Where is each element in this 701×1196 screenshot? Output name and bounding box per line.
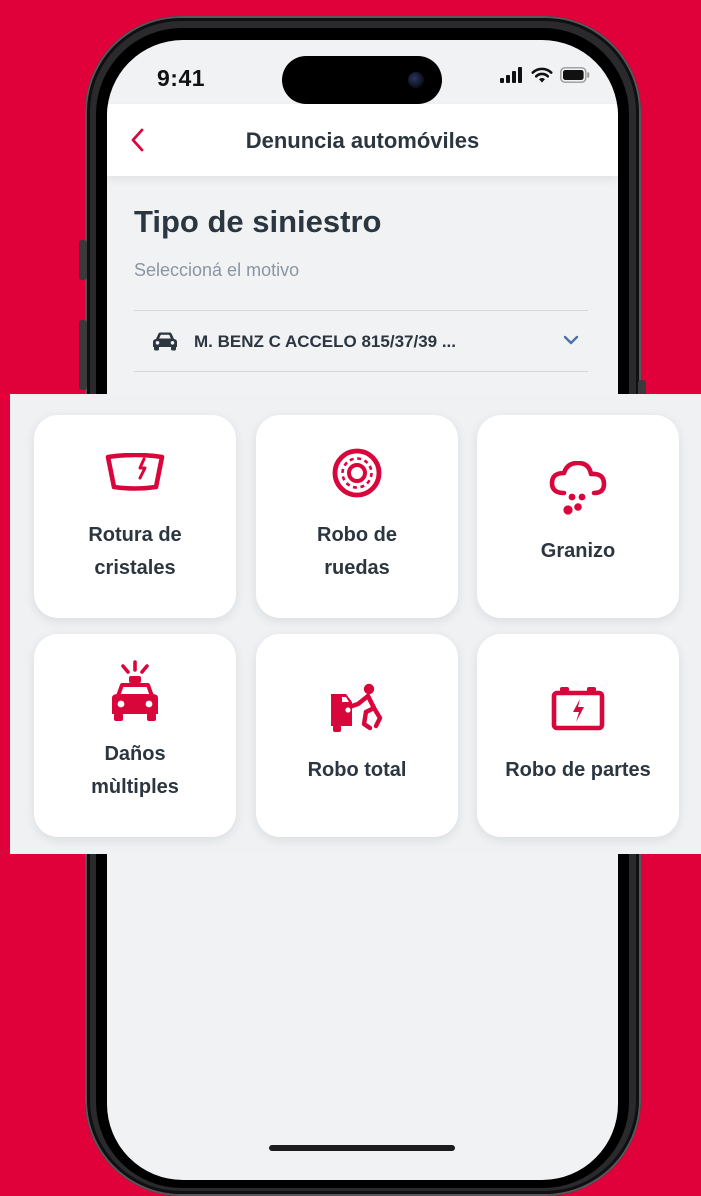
nav-bar: Denuncia automóviles	[107, 104, 618, 176]
dynamic-island	[282, 56, 442, 104]
vehicle-select[interactable]: M. BENZ C ACCELO 815/37/39 ...	[134, 310, 588, 372]
nav-title: Denuncia automóviles	[245, 128, 480, 153]
option-label-line1: Rotura de	[88, 523, 182, 546]
battery-icon	[551, 687, 605, 731]
mute-switch	[79, 240, 87, 280]
option-label-line1: Robo de	[317, 523, 397, 546]
camera-icon	[408, 72, 424, 88]
option-robo-total[interactable]: Robo total	[256, 634, 458, 837]
signal-icon	[500, 67, 522, 83]
option-granizo[interactable]: Granizo	[477, 415, 679, 618]
status-bar: 9:41	[107, 40, 618, 104]
car-icon	[153, 332, 177, 351]
hail-cloud-icon	[549, 461, 607, 515]
car-alarm-icon	[112, 659, 158, 721]
car-theft-icon	[331, 683, 383, 732]
wheel-icon	[332, 448, 382, 497]
wifi-icon	[531, 67, 553, 83]
volume-up-button	[79, 320, 87, 390]
battery-status-icon	[560, 67, 590, 83]
page-subtitle: Seleccioná el motivo	[134, 260, 300, 280]
status-time: 9:41	[157, 65, 206, 91]
home-indicator	[269, 1145, 455, 1151]
option-label-line2: cristales	[94, 556, 176, 579]
option-label-line1: Granizo	[540, 540, 616, 562]
option-robo-de-partes[interactable]: Robo de partes	[477, 634, 679, 837]
option-label-line2: ruedas	[324, 556, 390, 579]
option-label-line1: Robo total	[307, 759, 407, 781]
windshield-crack-icon	[105, 452, 165, 491]
option-label-line2: mùltiples	[91, 775, 179, 798]
claim-type-options: Rotura de cristales Robo de ruedas Grani…	[10, 394, 701, 854]
option-label-line1: Robo de partes	[505, 759, 651, 781]
status-icons	[500, 64, 590, 86]
vehicle-select-value: M. BENZ C ACCELO 815/37/39 ...	[194, 332, 456, 351]
page-title: Tipo de siniestro	[134, 204, 382, 239]
chevron-down-icon	[563, 335, 579, 345]
option-rotura-de-cristales[interactable]: Rotura de cristales	[34, 415, 236, 618]
option-label-line1: Daños	[104, 742, 166, 765]
option-danos-multiples[interactable]: Daños mùltiples	[34, 634, 236, 837]
option-robo-de-ruedas[interactable]: Robo de ruedas	[256, 415, 458, 618]
